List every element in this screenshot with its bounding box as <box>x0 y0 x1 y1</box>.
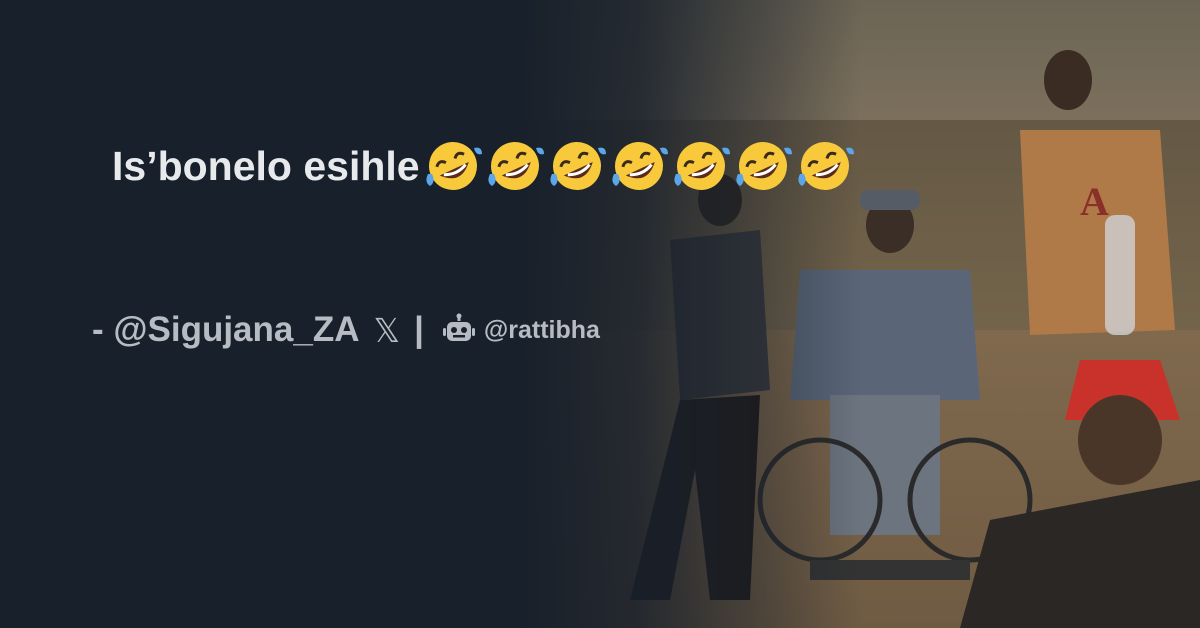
separator: | <box>414 310 424 349</box>
rolling-laughing-emoji-icon <box>797 142 854 190</box>
svg-text:A: A <box>1080 179 1109 224</box>
rolling-laughing-emoji-icon <box>425 142 482 190</box>
byline: - @Sigujana_ZA 𝕏 | @rattibha <box>92 310 600 350</box>
robot-icon <box>442 313 475 341</box>
rolling-laughing-emoji-icon <box>611 142 668 190</box>
emoji-row <box>422 138 856 194</box>
rolling-laughing-emoji-icon <box>735 142 792 190</box>
site-handle[interactable]: @rattibha <box>484 316 600 345</box>
rolling-laughing-emoji-icon <box>549 142 606 190</box>
post-headline: Is’bonelo esihle <box>112 138 856 194</box>
rolling-laughing-emoji-icon <box>487 142 544 190</box>
x-logo-icon: 𝕏 <box>373 310 401 350</box>
author-handle[interactable]: - @Sigujana_ZA <box>92 310 360 350</box>
post-text: Is’bonelo esihle <box>112 142 420 189</box>
rolling-laughing-emoji-icon <box>673 142 730 190</box>
